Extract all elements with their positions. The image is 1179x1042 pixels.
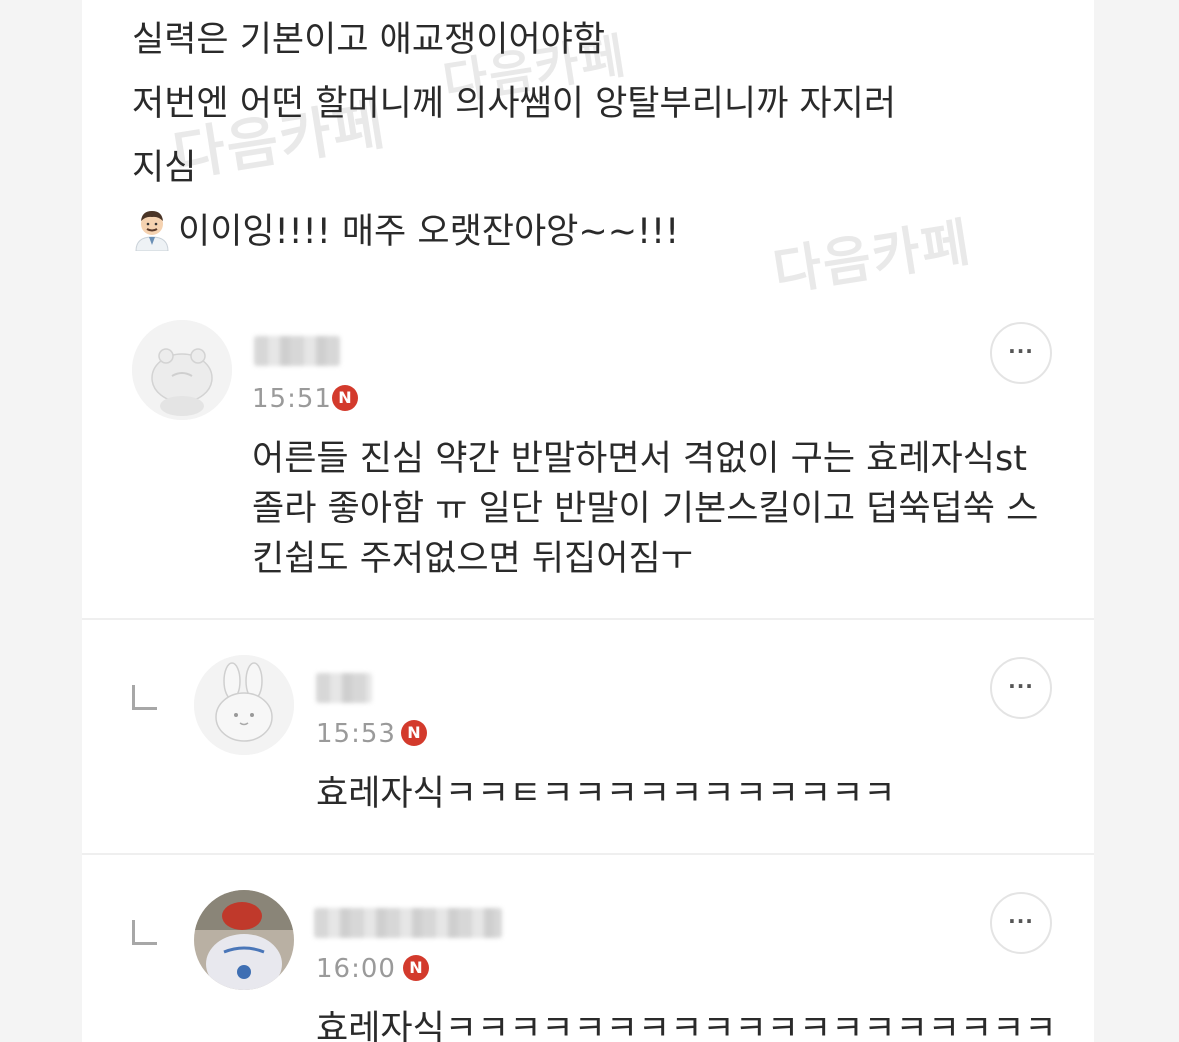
comment-line: 효레자식ㅋㅋㅋㅋㅋㅋㅋㅋㅋㅋㅋㅋㅋㅋㅋㅋㅋㅋㅋ	[316, 1009, 1057, 1042]
post-line-emoji: 이이잉!!!! 매주 오랫잔아앙~~!!!	[132, 200, 1072, 264]
doctor-emoji-icon	[132, 207, 172, 252]
post-line: 실력은 기본이고 애교쟁이어야함	[132, 20, 606, 60]
more-options-button[interactable]: ···	[990, 892, 1052, 954]
nickname-blurred[interactable]	[316, 673, 372, 703]
avatar[interactable]	[194, 890, 294, 990]
comment-time: 16:00	[316, 954, 396, 984]
more-options-button[interactable]: ···	[990, 657, 1052, 719]
comment-time: 15:53	[316, 719, 396, 749]
nickname-blurred[interactable]	[314, 908, 502, 938]
cafe-post-sheet: 다음카페 다음카페 다음카페 실력은 기본이고 애교쟁이어야함 저번엔 어떤 할…	[82, 0, 1094, 1042]
comment-line: 효레자식ㅋㅋㅌㅋㅋㅋㅋㅋㅋㅋㅋㅋㅋㅋ	[316, 774, 896, 814]
comment-line: 어른들 진심 약간 반말하면서 격없이 구는 효레자식st	[252, 439, 1027, 479]
post-line: 지심	[132, 148, 197, 188]
new-badge: N	[332, 385, 358, 411]
new-badge: N	[403, 955, 429, 981]
post-line-text: 이이잉!!!! 매주 오랫잔아앙~~!!!	[178, 212, 680, 252]
comment-line: 킨쉽도 주저없으면 뒤집어짐ㅜ	[252, 539, 693, 579]
more-options-button[interactable]: ···	[990, 322, 1052, 384]
nickname-blurred[interactable]	[254, 336, 340, 366]
reply-indicator-icon	[132, 685, 157, 710]
comment-line: 졸라 좋아함 ㅠ 일단 반말이 기본스킬이고 덥쑥덥쑥 스	[252, 489, 1039, 529]
reply-indicator-icon	[132, 920, 157, 945]
comment-divider	[82, 618, 1094, 620]
comment-time: 15:51	[252, 384, 332, 414]
comment-divider	[82, 853, 1094, 855]
avatar[interactable]	[194, 655, 294, 755]
post-line: 저번엔 어떤 할머니께 의사쌤이 앙탈부리니까 자지러	[132, 84, 897, 124]
avatar[interactable]	[132, 320, 232, 420]
new-badge: N	[401, 720, 427, 746]
post-body: 실력은 기본이고 애교쟁이어야함 저번엔 어떤 할머니께 의사쌤이 앙탈부리니까…	[132, 8, 1072, 264]
